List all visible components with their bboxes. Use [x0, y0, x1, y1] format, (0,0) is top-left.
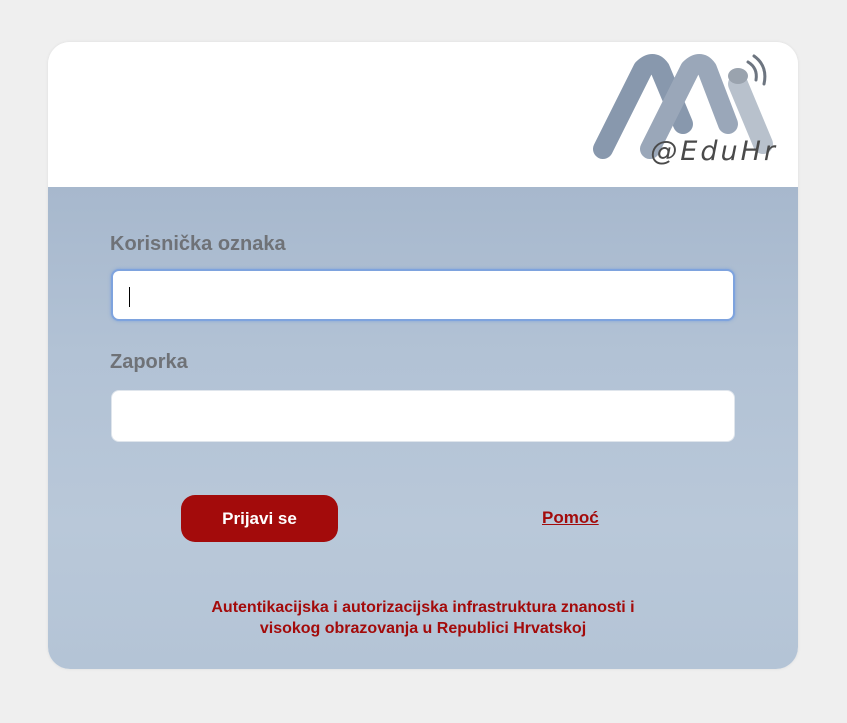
login-panel: Korisnička oznaka Zaporka Prijavi se Pom…: [48, 187, 798, 669]
username-label: Korisnička oznaka: [110, 233, 286, 255]
footer-line-1: Autentikacijska i autorizacijska infrast…: [211, 599, 635, 616]
password-label: Zaporka: [110, 351, 188, 373]
username-input[interactable]: [111, 269, 735, 321]
login-button[interactable]: Prijavi se: [181, 495, 338, 542]
footer-line-2: visokog obrazovanja u Republici Hrvatsko…: [259, 620, 587, 637]
footer-description: Autentikacijska i autorizacijska infrast…: [78, 597, 768, 639]
login-card: @EduHr Korisnička oznaka Zaporka Prijavi…: [48, 42, 798, 669]
text-caret: [129, 287, 130, 307]
eduhr-logo-text: @EduHr: [650, 136, 778, 167]
password-input[interactable]: [111, 390, 735, 442]
card-header: @EduHr: [48, 42, 798, 187]
help-link[interactable]: Pomoć: [542, 508, 599, 528]
